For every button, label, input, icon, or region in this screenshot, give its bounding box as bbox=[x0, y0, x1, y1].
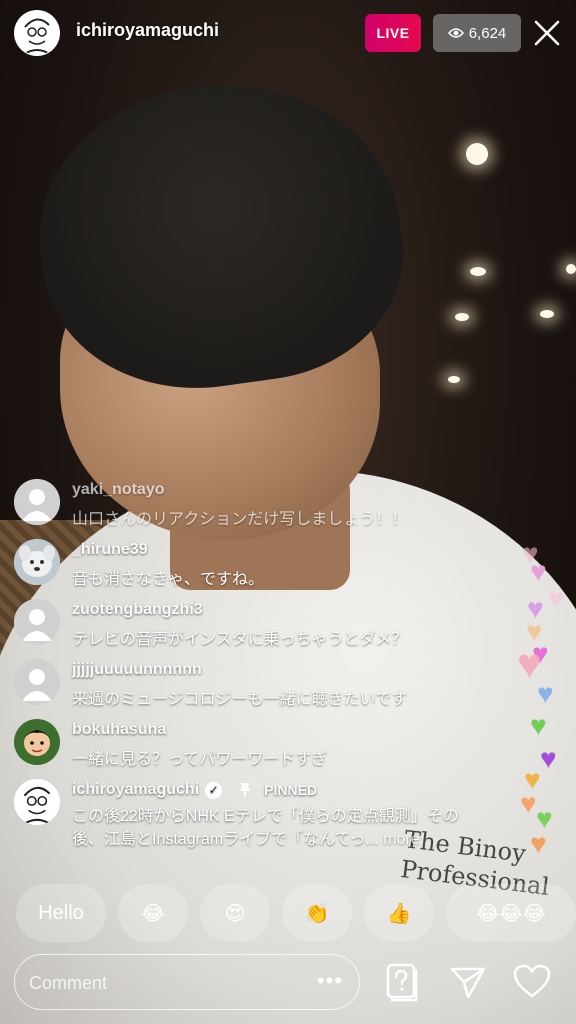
live-header: ichiroyamaguchi LIVE 6,624 bbox=[0, 0, 576, 70]
pinned-comment-line: この後22時からNHK Eテレで「僕らの定点観測」その bbox=[72, 808, 459, 825]
comment-text: 来週のミュージコロジーも一緒に聴きたいです bbox=[72, 691, 408, 708]
comment-username[interactable]: zuotengbangzhi3 bbox=[72, 601, 203, 619]
quick-reply-thumbs-up[interactable]: 👍 bbox=[364, 884, 434, 942]
comment-username[interactable]: yaki_notayo bbox=[72, 481, 164, 499]
ceiling-light bbox=[540, 310, 554, 318]
ceiling-light bbox=[470, 267, 486, 276]
default-avatar-icon bbox=[14, 659, 60, 705]
comment-item: jjjjjuuuuunnnnnn 来週のミュージコロジーも一緒に聴きたいです bbox=[0, 655, 560, 715]
pinned-comment-line-2: 後、江島とInstagramライブで「なんてっ... more bbox=[72, 828, 562, 851]
host-avatar[interactable] bbox=[14, 10, 60, 56]
comment-item: bokuhasuna 一緒に見る？ってパワーワードすぎ bbox=[0, 715, 560, 775]
quick-reply-triple-laugh[interactable]: 😂😂😂 bbox=[446, 884, 576, 942]
quick-reply-laugh[interactable]: 😂 bbox=[118, 884, 188, 942]
pinned-comment-text: この後22時からNHK Eテレで「僕らの定点観測」その 後、江島とInstagr… bbox=[72, 805, 562, 851]
host-avatar-sketch bbox=[15, 11, 59, 55]
comment-text: 音も消さなきゃ、ですね。 bbox=[72, 571, 265, 588]
host-username[interactable]: ichiroyamaguchi bbox=[76, 20, 219, 41]
eye-icon bbox=[447, 28, 464, 38]
quick-reactions: Hello 😂 😍 👏 👍 😂😂😂 bbox=[16, 884, 576, 944]
comment-text: 一緒に見る？ってパワーワードすぎ bbox=[72, 751, 328, 768]
cartoon-avatar-icon bbox=[14, 719, 60, 765]
avatar[interactable] bbox=[14, 599, 60, 645]
pinned-label: PINNED bbox=[264, 782, 318, 798]
viewer-count-badge[interactable]: 6,624 bbox=[433, 14, 521, 52]
host-avatar-sketch bbox=[14, 779, 60, 825]
avatar[interactable] bbox=[14, 539, 60, 585]
pinned-comment-header: ichiroyamaguchi ✓ PINNED bbox=[72, 781, 317, 799]
close-icon[interactable] bbox=[532, 18, 562, 48]
ceiling-light bbox=[455, 313, 469, 321]
avatar[interactable] bbox=[14, 659, 60, 705]
send-icon[interactable] bbox=[448, 962, 488, 1002]
quick-reply-clap[interactable]: 👏 bbox=[282, 884, 352, 942]
comment-input[interactable] bbox=[27, 967, 301, 999]
more-options-icon[interactable]: ••• bbox=[317, 969, 343, 993]
viewer-count: 6,624 bbox=[468, 24, 507, 42]
ceiling-light bbox=[466, 143, 488, 165]
pinned-comment-line: 後、江島とInstagramライブで「なんてっ... bbox=[72, 831, 379, 848]
dog-avatar-icon bbox=[14, 539, 60, 585]
quick-reply-heart-eyes[interactable]: 😍 bbox=[200, 884, 270, 942]
comment-text: 山口さんのリアクションだけ写しましょう！！ bbox=[72, 511, 408, 528]
comment-username[interactable]: _hirune39 bbox=[72, 541, 148, 559]
avatar[interactable] bbox=[14, 779, 60, 825]
comment-item: yaki_notayo 山口さんのリアクションだけ写しましょう！！ bbox=[0, 475, 560, 535]
pinned-comment: ichiroyamaguchi ✓ PINNED この後22時からNHK Eテレ… bbox=[0, 775, 560, 855]
comment-username[interactable]: jjjjjuuuuunnnnnn bbox=[72, 661, 202, 679]
live-badge: LIVE bbox=[365, 14, 421, 52]
comment-text: テレビの音声がインスタに乗っちゃうとダメ？ bbox=[72, 631, 408, 648]
ceiling-light bbox=[566, 264, 576, 274]
default-avatar-icon bbox=[14, 599, 60, 645]
comment-item: zuotengbangzhi3 テレビの音声がインスタに乗っちゃうとダメ？ bbox=[0, 595, 560, 655]
avatar[interactable] bbox=[14, 479, 60, 525]
heart-icon[interactable] bbox=[512, 962, 552, 1002]
default-avatar-icon bbox=[14, 479, 60, 525]
comment-box: ••• bbox=[14, 954, 360, 1010]
quick-reply-hello[interactable]: Hello bbox=[16, 884, 106, 942]
avatar[interactable] bbox=[14, 719, 60, 765]
comment-username[interactable]: ichiroyamaguchi bbox=[72, 781, 199, 799]
more-link[interactable]: more bbox=[383, 831, 419, 848]
verified-badge-icon: ✓ bbox=[205, 781, 223, 799]
comment-item: _hirune39 音も消さなきゃ、ですね。 bbox=[0, 535, 560, 595]
pin-icon bbox=[239, 783, 252, 797]
question-sticker-icon[interactable] bbox=[382, 962, 422, 1002]
comment-feed: yaki_notayo 山口さんのリアクションだけ写しましょう！！ _hirun… bbox=[0, 475, 560, 855]
ceiling-light bbox=[448, 376, 460, 383]
comment-username[interactable]: bokuhasuna bbox=[72, 721, 166, 739]
